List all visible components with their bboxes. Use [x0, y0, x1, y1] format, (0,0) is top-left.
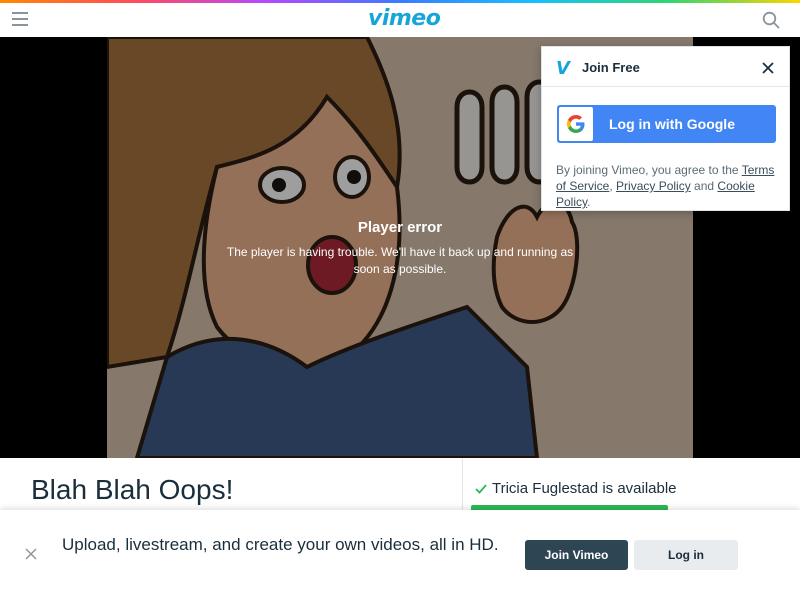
vimeo-v-icon: V — [556, 58, 570, 79]
google-login-label: Log in with Google — [609, 116, 735, 132]
video-title: Blah Blah Oops! — [31, 474, 234, 505]
legal-text: By joining Vimeo, you agree to the Terms… — [556, 163, 775, 209]
availability-text: Tricia Fuglestad is available — [492, 480, 677, 497]
join-popup-title: Join Free — [582, 60, 640, 75]
top-header: vimeo — [0, 3, 800, 37]
banner-close-icon[interactable] — [25, 548, 37, 560]
join-popup-header: V Join Free — [542, 47, 789, 87]
join-vimeo-button[interactable]: Join Vimeo — [525, 540, 628, 570]
signup-banner: Upload, livestream, and create your own … — [0, 510, 800, 600]
player-error-title: Player error — [357, 219, 443, 236]
search-icon[interactable] — [762, 11, 780, 29]
google-login-button[interactable]: Log in with Google — [557, 105, 776, 143]
close-icon[interactable] — [761, 61, 775, 75]
banner-message: Upload, livestream, and create your own … — [62, 535, 499, 554]
check-icon — [475, 484, 487, 494]
log-in-button[interactable]: Log in — [634, 540, 738, 570]
privacy-policy-link[interactable]: Privacy Policy — [616, 179, 691, 193]
player-error-message: The player is having trouble. We'll have… — [226, 245, 574, 276]
vimeo-logo[interactable]: vimeo — [368, 6, 441, 31]
google-g-icon — [559, 107, 593, 141]
availability-status: Tricia Fuglestad is available — [474, 480, 677, 497]
hamburger-menu-icon[interactable] — [12, 12, 28, 26]
join-free-popup: V Join Free Log in with Google By joinin… — [541, 46, 790, 211]
